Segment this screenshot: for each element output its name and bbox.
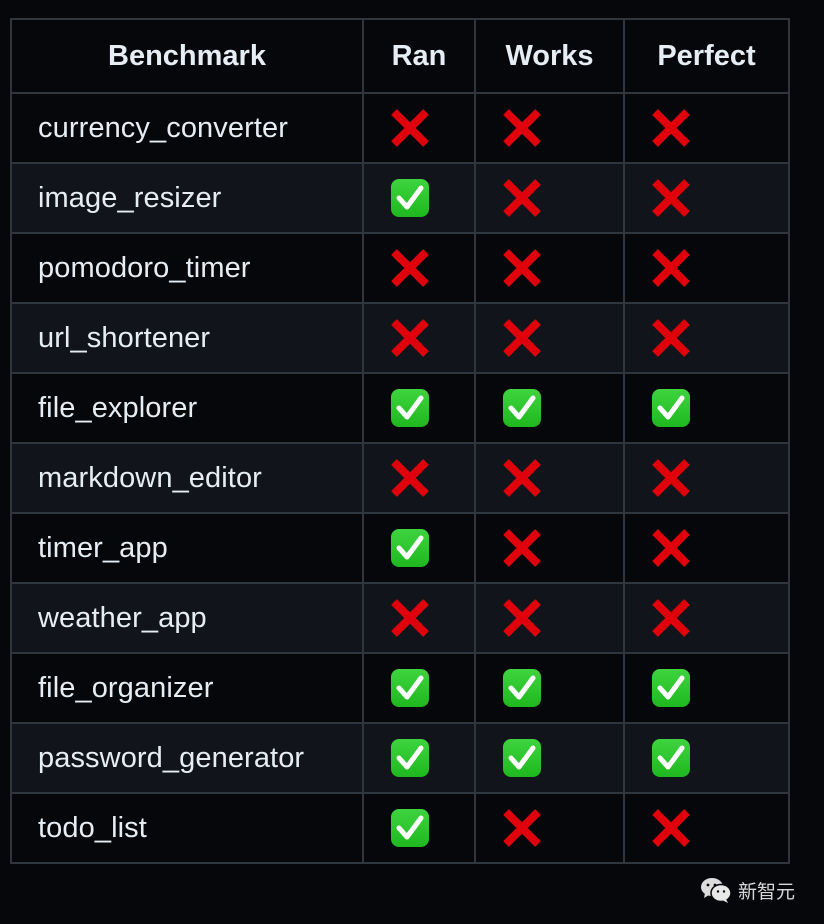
benchmark-name: password_generator (10, 722, 364, 794)
cross-mark-icon (651, 528, 691, 568)
perfect-cell (623, 582, 790, 654)
ran-cell (362, 722, 476, 794)
benchmark-name: image_resizer (10, 162, 364, 234)
cross-mark-icon (502, 458, 542, 498)
cross-mark-icon (502, 108, 542, 148)
table-row: password_generator (10, 722, 790, 794)
white-heavy-check-mark-icon (390, 388, 430, 428)
perfect-cell (623, 372, 790, 444)
perfect-cell (623, 232, 790, 304)
table-row: weather_app (10, 582, 790, 654)
cross-mark-icon (651, 318, 691, 358)
white-heavy-check-mark-icon (390, 668, 430, 708)
benchmark-name: timer_app (10, 512, 364, 584)
perfect-cell (623, 722, 790, 794)
header-ran: Ran (362, 18, 476, 94)
cross-mark-icon (390, 458, 430, 498)
benchmark-name: file_organizer (10, 652, 364, 724)
header-perfect: Perfect (623, 18, 790, 94)
white-heavy-check-mark-icon (390, 178, 430, 218)
ran-cell (362, 512, 476, 584)
benchmark-name: currency_converter (10, 92, 364, 164)
cross-mark-icon (651, 458, 691, 498)
ran-cell (362, 92, 476, 164)
ran-cell (362, 652, 476, 724)
perfect-cell (623, 652, 790, 724)
works-cell (474, 722, 625, 794)
ran-cell (362, 302, 476, 374)
watermark-text: 新智元 (738, 880, 796, 903)
cross-mark-icon (502, 248, 542, 288)
perfect-cell (623, 92, 790, 164)
table-row: file_explorer (10, 372, 790, 444)
cross-mark-icon (502, 808, 542, 848)
white-heavy-check-mark-icon (390, 528, 430, 568)
cross-mark-icon (651, 108, 691, 148)
benchmark-name: todo_list (10, 792, 364, 864)
benchmark-table: Benchmark Ran Works Perfect currency_con… (10, 18, 790, 864)
cross-mark-icon (390, 318, 430, 358)
benchmark-name: markdown_editor (10, 442, 364, 514)
perfect-cell (623, 512, 790, 584)
table-row: url_shortener (10, 302, 790, 374)
benchmark-name: weather_app (10, 582, 364, 654)
ran-cell (362, 582, 476, 654)
cross-mark-icon (502, 178, 542, 218)
table-row: currency_converter (10, 92, 790, 164)
ran-cell (362, 232, 476, 304)
cross-mark-icon (651, 248, 691, 288)
works-cell (474, 652, 625, 724)
white-heavy-check-mark-icon (390, 738, 430, 778)
white-heavy-check-mark-icon (651, 738, 691, 778)
table-row: todo_list (10, 792, 790, 864)
ran-cell (362, 792, 476, 864)
white-heavy-check-mark-icon (502, 388, 542, 428)
header-benchmark: Benchmark (10, 18, 364, 94)
benchmark-name: file_explorer (10, 372, 364, 444)
works-cell (474, 232, 625, 304)
ran-cell (362, 442, 476, 514)
watermark: 新智元 (700, 876, 795, 904)
cross-mark-icon (651, 808, 691, 848)
table-row: pomodoro_timer (10, 232, 790, 304)
cross-mark-icon (390, 248, 430, 288)
perfect-cell (623, 792, 790, 864)
cross-mark-icon (502, 598, 542, 638)
cross-mark-icon (651, 598, 691, 638)
perfect-cell (623, 442, 790, 514)
works-cell (474, 92, 625, 164)
works-cell (474, 442, 625, 514)
benchmark-table-container: Benchmark Ran Works Perfect currency_con… (10, 18, 790, 864)
works-cell (474, 792, 625, 864)
white-heavy-check-mark-icon (651, 668, 691, 708)
white-heavy-check-mark-icon (502, 738, 542, 778)
table-row: timer_app (10, 512, 790, 584)
table-row: markdown_editor (10, 442, 790, 514)
table-header-row: Benchmark Ran Works Perfect (10, 18, 790, 94)
cross-mark-icon (390, 108, 430, 148)
wechat-icon (700, 876, 732, 904)
works-cell (474, 372, 625, 444)
header-works: Works (474, 18, 625, 94)
white-heavy-check-mark-icon (390, 808, 430, 848)
works-cell (474, 302, 625, 374)
table-row: file_organizer (10, 652, 790, 724)
benchmark-name: url_shortener (10, 302, 364, 374)
benchmark-name: pomodoro_timer (10, 232, 364, 304)
table-row: image_resizer (10, 162, 790, 234)
cross-mark-icon (502, 528, 542, 568)
works-cell (474, 582, 625, 654)
perfect-cell (623, 162, 790, 234)
works-cell (474, 162, 625, 234)
white-heavy-check-mark-icon (502, 668, 542, 708)
cross-mark-icon (390, 598, 430, 638)
perfect-cell (623, 302, 790, 374)
works-cell (474, 512, 625, 584)
white-heavy-check-mark-icon (651, 388, 691, 428)
cross-mark-icon (651, 178, 691, 218)
ran-cell (362, 372, 476, 444)
cross-mark-icon (502, 318, 542, 358)
ran-cell (362, 162, 476, 234)
table-body: currency_converter image_resizer pomodoro_… (10, 92, 790, 864)
